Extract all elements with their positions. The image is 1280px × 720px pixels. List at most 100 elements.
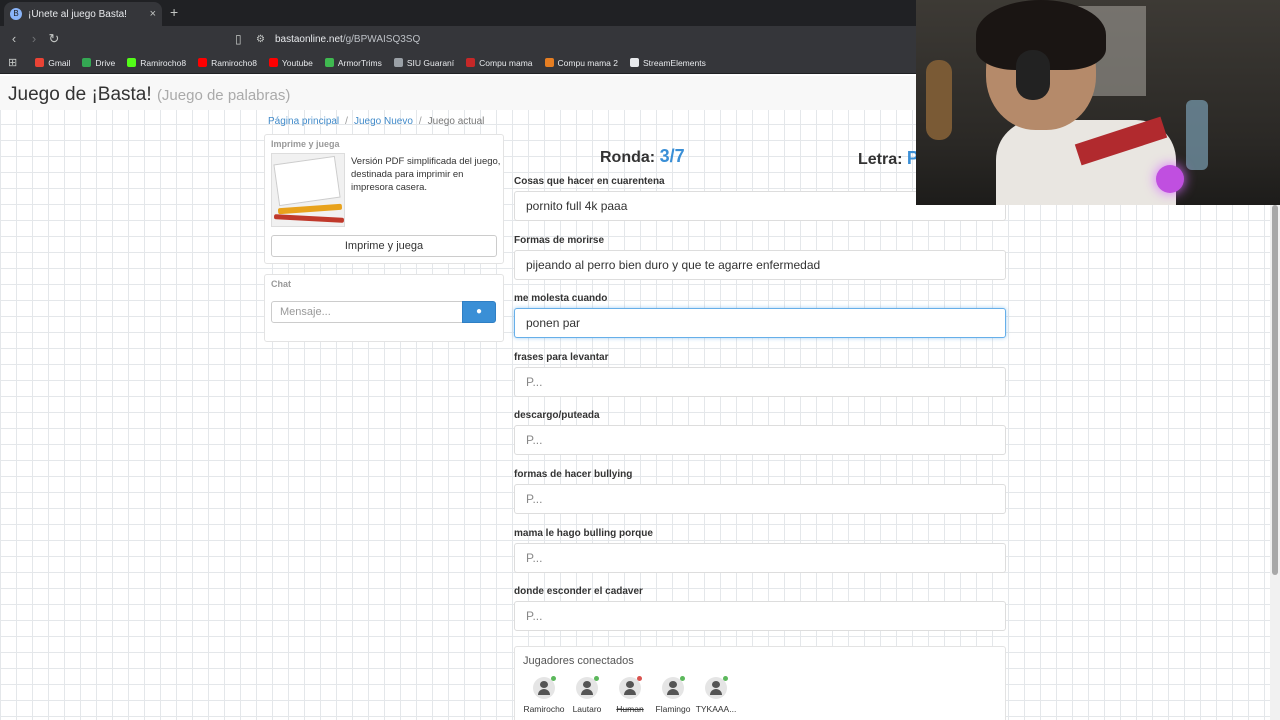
category-input[interactable] <box>514 367 1006 397</box>
webcam-rgb-light <box>1156 165 1184 193</box>
scrollbar-thumb[interactable] <box>1272 205 1278 575</box>
category-label: frases para levantar <box>514 352 609 363</box>
chat-send-button[interactable]: ● <box>462 301 496 323</box>
url-host: bastaonline.net <box>274 33 343 45</box>
category-input[interactable] <box>514 250 1006 280</box>
bookmark-item[interactable]: Gmail <box>35 58 70 68</box>
bookmark-label: ArmorTrims <box>337 57 382 68</box>
webcam-headset <box>1016 50 1050 100</box>
back-arrow-icon[interactable]: ‹ <box>6 31 22 46</box>
connected-players-panel: Jugadores conectados Ramirocho Lautaro Hum… <box>514 646 1006 720</box>
bookmark-icon[interactable]: ▯ <box>235 32 242 46</box>
apps-grid-icon[interactable]: ⊞ <box>8 56 17 69</box>
category-input[interactable] <box>514 425 1006 455</box>
bookmark-item[interactable]: Ramirocho8 <box>127 58 186 68</box>
players-heading: Jugadores conectados <box>523 655 634 667</box>
chat-message-input[interactable] <box>271 301 463 323</box>
bookmark-label: Youtube <box>281 57 313 68</box>
bookmark-item[interactable]: StreamElements <box>630 58 706 68</box>
category-label: me molesta cuando <box>514 293 608 304</box>
address-bar[interactable]: ⚙ bastaonline.net/g/BPWAISQ3SQ <box>256 29 916 49</box>
url-path: /g/BPWAISQ3SQ <box>342 33 421 45</box>
breadcrumb-separator: / <box>345 116 348 127</box>
bookmark-label: SIU Guaraní <box>406 57 455 68</box>
category-input-active[interactable] <box>514 308 1006 338</box>
chat-heading: Chat <box>271 279 291 289</box>
bookmark-label: Compu mama 2 <box>557 57 618 68</box>
bookmark-item[interactable]: Drive <box>82 58 115 68</box>
chat-panel: Chat ● <box>264 274 504 342</box>
bookmark-item[interactable]: SIU Guaraní <box>393 57 455 68</box>
speech-bubble-icon: ● <box>475 306 483 317</box>
round-label: Ronda: <box>600 149 656 166</box>
print-panel-heading: Imprime y juega <box>271 139 340 149</box>
bookmark-favicon-icon <box>198 58 208 67</box>
bookmark-item[interactable]: Compu mama 2 <box>544 57 618 68</box>
bookmark-label: Ramirocho8 <box>140 57 187 68</box>
paper-sheet-graphic <box>273 155 341 207</box>
player-item[interactable]: TYKAAA... <box>691 676 741 714</box>
online-status-dot <box>594 676 599 681</box>
bookmark-item[interactable]: ArmorTrims <box>324 57 382 68</box>
bookmark-label: StreamElements <box>643 57 706 68</box>
bookmark-item[interactable]: Compu mama <box>466 57 533 68</box>
forward-arrow-icon[interactable]: › <box>26 31 42 46</box>
pencil-graphic <box>273 214 344 223</box>
bookmark-label: Drive <box>95 57 116 68</box>
player-name: TYKAAA... <box>695 704 737 714</box>
online-status-dot <box>680 676 685 681</box>
bookmark-favicon-icon <box>630 58 639 67</box>
site-title[interactable]: Juego de ¡Basta! (Juego de palabras) <box>8 84 290 106</box>
reload-icon[interactable]: ↻ <box>46 31 62 47</box>
category-input[interactable] <box>514 543 1006 573</box>
bookmark-label: Ramirocho8 <box>211 57 257 68</box>
user-avatar-icon <box>662 676 685 699</box>
site-title-main: Juego de ¡Basta! <box>8 84 152 105</box>
online-status-dot <box>723 676 728 681</box>
user-avatar-icon <box>576 676 599 699</box>
page-scrollbar[interactable] <box>1270 205 1280 720</box>
print-description: Versión PDF simplificada del juego, dest… <box>351 156 501 193</box>
round-indicator: Ronda: 3/7 <box>600 146 685 167</box>
bookmark-favicon-icon <box>466 58 476 67</box>
category-label: Cosas que hacer en cuarentena <box>514 176 665 187</box>
category-label: formas de hacer bullying <box>514 469 633 480</box>
category-label: Formas de morirse <box>514 235 605 246</box>
site-info-icon[interactable]: ⚙ <box>256 34 265 45</box>
user-avatar-icon <box>533 676 556 699</box>
letter-label: Letra: <box>858 151 903 168</box>
user-avatar-icon <box>619 676 642 699</box>
breadcrumb: Página principal / Juego Nuevo / Juego actua… <box>268 116 484 127</box>
round-value: 3/7 <box>659 146 685 166</box>
tab-title: ¡Únete al juego Basta! <box>28 8 127 20</box>
user-avatar-icon <box>705 676 728 699</box>
category-label: descargo/puteada <box>514 410 600 421</box>
bookmark-favicon-icon <box>268 58 278 67</box>
bookmark-favicon-icon <box>324 58 334 67</box>
letter-indicator: Letra: P <box>858 148 919 169</box>
browser-tab[interactable]: B ¡Únete al juego Basta! × <box>4 2 162 26</box>
bookmark-favicon-icon <box>82 58 92 67</box>
webcam-bottle <box>1186 100 1208 170</box>
print-panel: Imprime y juega Versión PDF simplificada… <box>264 134 504 264</box>
category-input[interactable] <box>514 484 1006 514</box>
bookmark-label: Compu mama <box>479 57 533 68</box>
pencil-graphic <box>277 203 343 215</box>
webcam-guitar <box>926 60 952 140</box>
new-tab-button[interactable]: + <box>170 4 178 20</box>
category-label: mama le hago bulling porque <box>514 528 653 539</box>
bookmark-item[interactable]: Ramirocho8 <box>198 58 257 68</box>
bookmark-label: Gmail <box>48 57 71 68</box>
online-status-dot <box>637 676 642 681</box>
breadcrumb-separator: / <box>418 116 422 127</box>
bookmark-item[interactable]: Youtube <box>268 57 313 68</box>
print-thumbnail-image <box>271 153 345 227</box>
print-and-play-button[interactable]: Imprime y juega <box>271 235 497 257</box>
site-subtitle: (Juego de palabras) <box>156 87 291 104</box>
breadcrumb-new-game-link[interactable]: Juego Nuevo <box>354 116 413 127</box>
site-favicon-icon: B <box>10 8 22 20</box>
close-tab-icon[interactable]: × <box>150 8 156 20</box>
breadcrumb-home-link[interactable]: Página principal <box>268 116 339 127</box>
category-label: donde esconder el cadaver <box>514 586 643 597</box>
category-input[interactable] <box>514 601 1006 631</box>
